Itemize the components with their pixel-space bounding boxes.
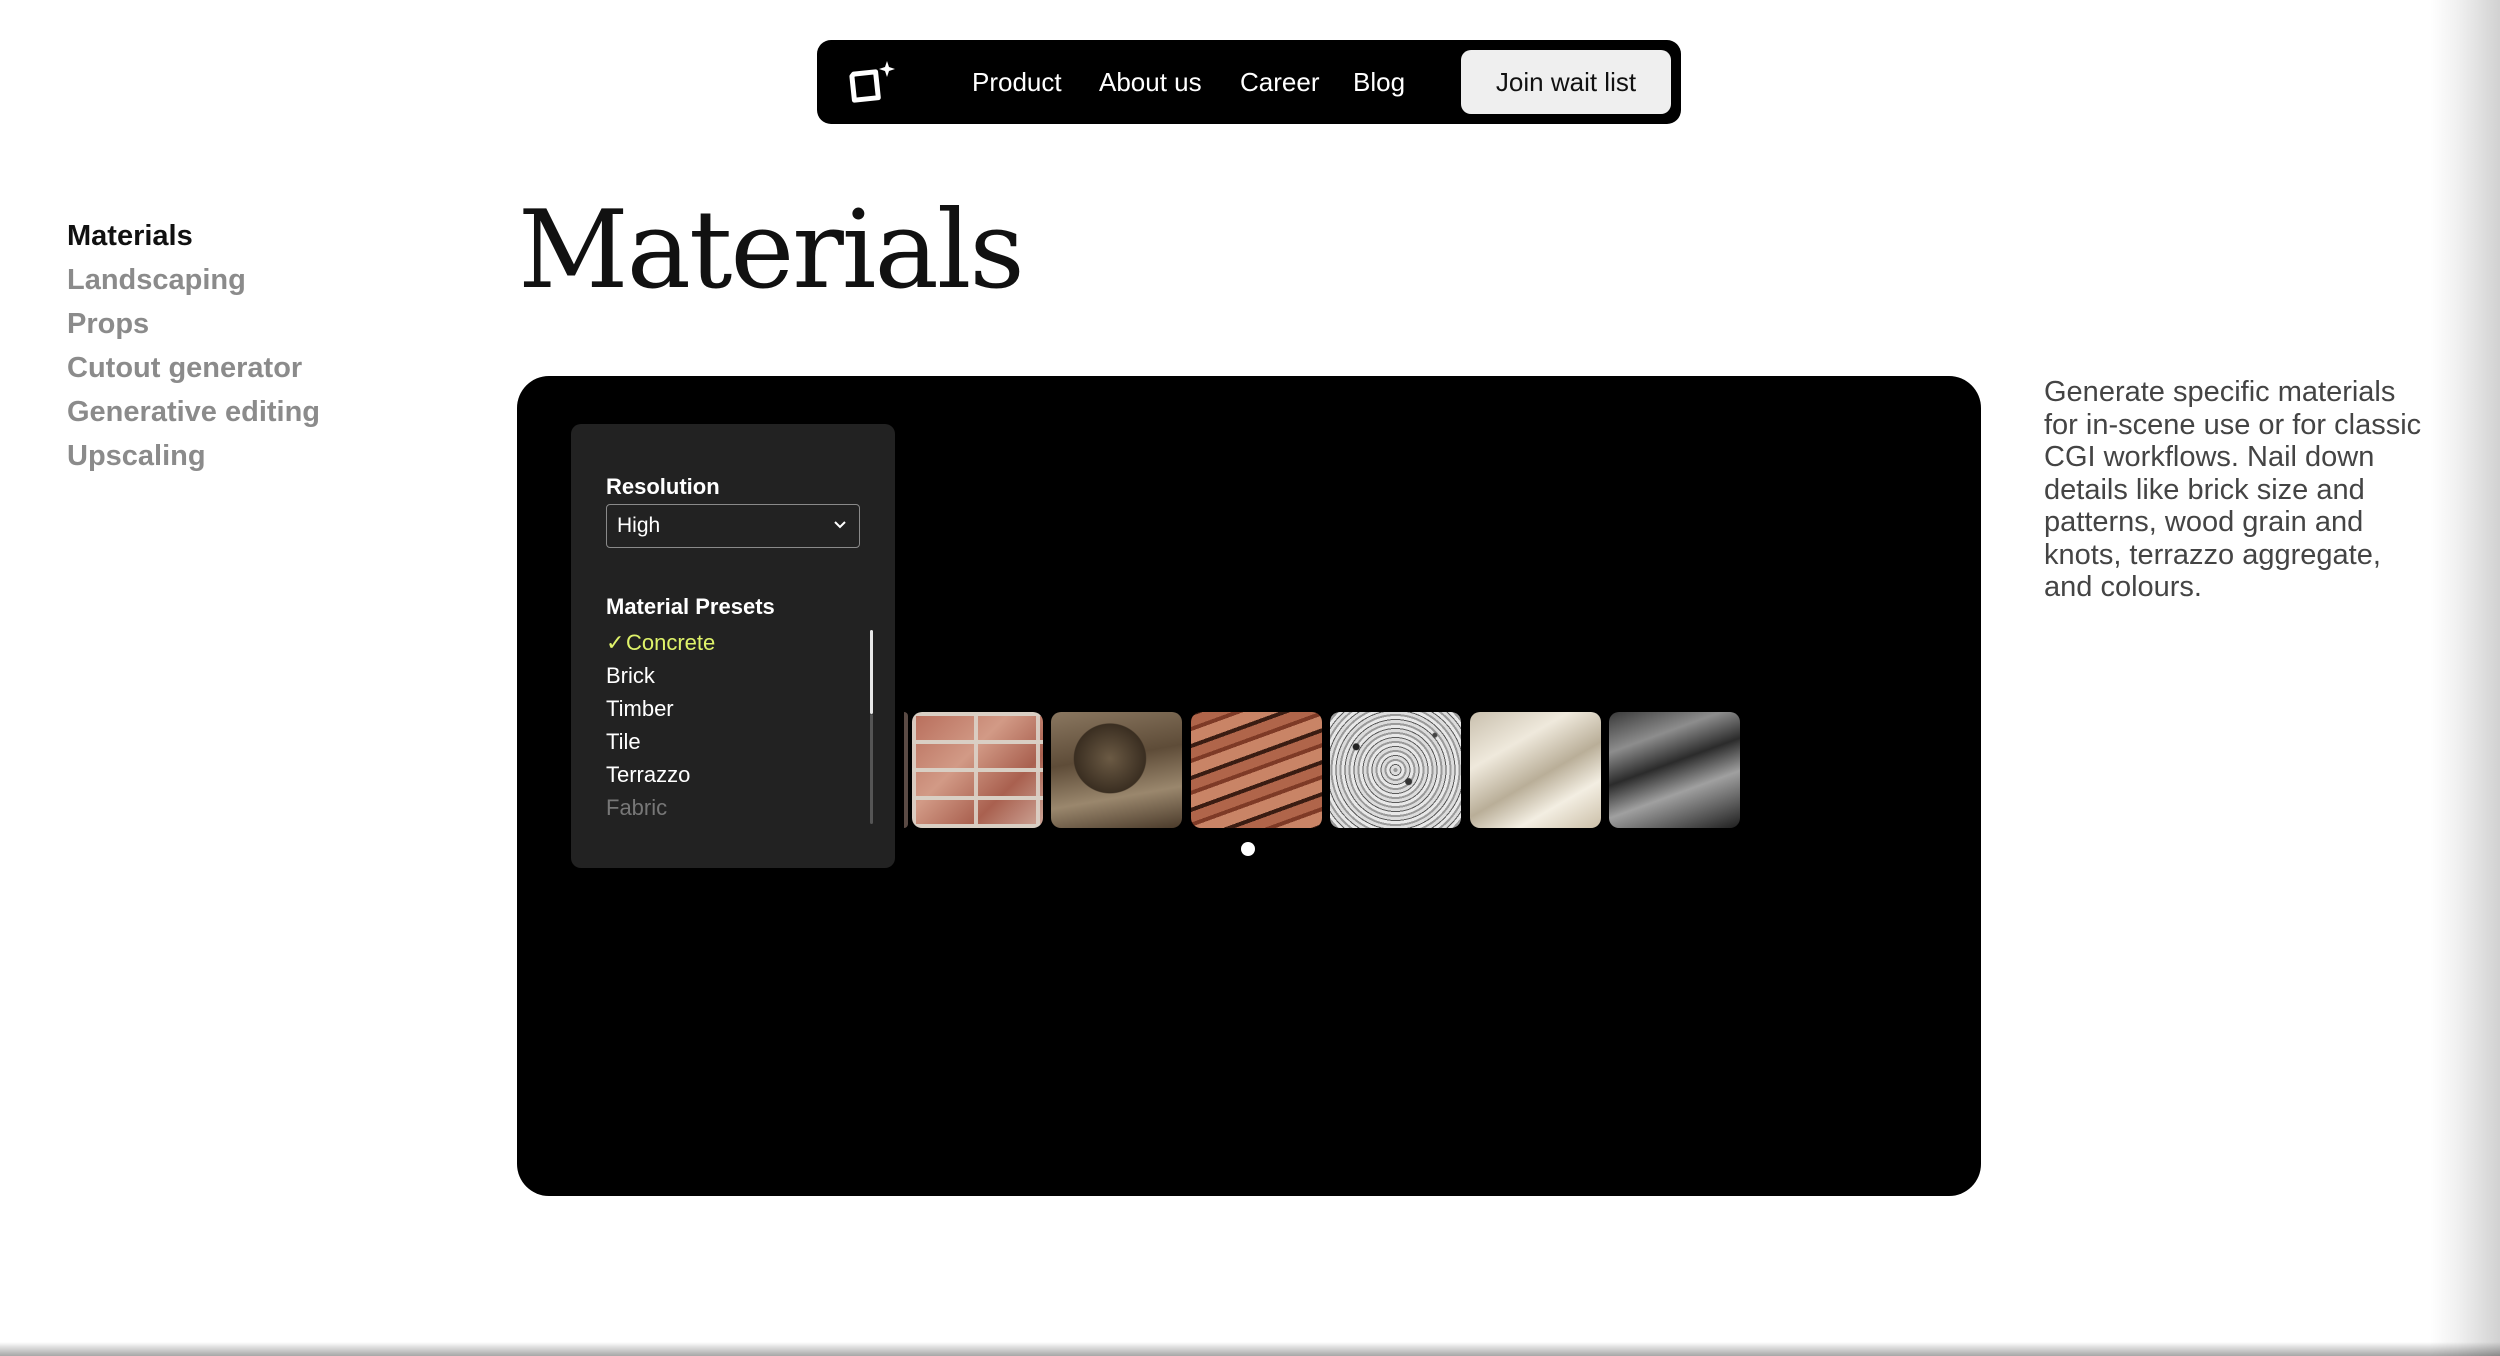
- presets-scrollbar-track[interactable]: [870, 714, 873, 824]
- thumbnail-marble[interactable]: [1609, 712, 1740, 828]
- preset-item-timber[interactable]: Timber: [606, 692, 836, 725]
- preset-item-fabric[interactable]: Fabric: [606, 791, 836, 822]
- material-presets-label: Material Presets: [606, 594, 775, 619]
- preset-label: Concrete: [626, 630, 716, 655]
- sidebar-item-generative-editing[interactable]: Generative editing: [67, 390, 320, 434]
- page-edge-shadow: [2430, 0, 2500, 1356]
- preset-item-brick[interactable]: Brick: [606, 659, 836, 692]
- preset-item-concrete[interactable]: ✓Concrete: [606, 626, 836, 659]
- sparkle-square-logo-icon[interactable]: [847, 59, 897, 105]
- thumbnail-fabric[interactable]: [1470, 712, 1601, 828]
- check-icon: ✓: [606, 630, 625, 655]
- preset-item-tile[interactable]: Tile: [606, 725, 836, 758]
- thumbnail-terrazzo[interactable]: [1330, 712, 1461, 828]
- thumbnail-brick[interactable]: [912, 712, 1043, 828]
- materials-demo-stage: Resolution High Material Presets ✓Concre…: [517, 376, 1981, 1196]
- thumbnail-wood-grain[interactable]: [1191, 712, 1322, 828]
- sidebar-item-upscaling[interactable]: Upscaling: [67, 434, 320, 478]
- sidebar-item-materials[interactable]: Materials: [67, 214, 320, 258]
- resolution-value: High: [617, 514, 661, 537]
- nav-link-product[interactable]: Product: [972, 40, 1062, 124]
- chevron-down-icon: [834, 521, 846, 529]
- sidebar-item-props[interactable]: Props: [67, 302, 320, 346]
- section-sidebar: Materials Landscaping Props Cutout gener…: [67, 214, 320, 478]
- thumbnail-partial: [904, 712, 908, 828]
- sidebar-item-cutout-generator[interactable]: Cutout generator: [67, 346, 320, 390]
- presets-scrollbar-thumb[interactable]: [870, 630, 873, 714]
- thumbnail-timber[interactable]: [1051, 712, 1182, 828]
- nav-link-blog[interactable]: Blog: [1353, 40, 1405, 124]
- resolution-label: Resolution: [606, 474, 720, 499]
- join-wait-list-button[interactable]: Join wait list: [1461, 50, 1671, 114]
- preset-item-terrazzo[interactable]: Terrazzo: [606, 758, 836, 791]
- resolution-select[interactable]: High: [606, 504, 860, 548]
- top-nav: Product About us Career Blog Join wait l…: [817, 40, 1681, 124]
- settings-panel: Resolution High Material Presets ✓Concre…: [571, 424, 895, 868]
- pagination-dot[interactable]: [1241, 842, 1255, 856]
- sidebar-item-landscaping[interactable]: Landscaping: [67, 258, 320, 302]
- page-bottom-shadow: [0, 1342, 2500, 1356]
- material-presets-list: ✓Concrete Brick Timber Tile Terrazzo Fab…: [606, 626, 836, 822]
- page-title: Materials: [518, 188, 1025, 313]
- nav-link-career[interactable]: Career: [1240, 40, 1319, 124]
- nav-link-about-us[interactable]: About us: [1099, 40, 1202, 124]
- materials-description: Generate specific materials for in-scene…: [2044, 376, 2422, 603]
